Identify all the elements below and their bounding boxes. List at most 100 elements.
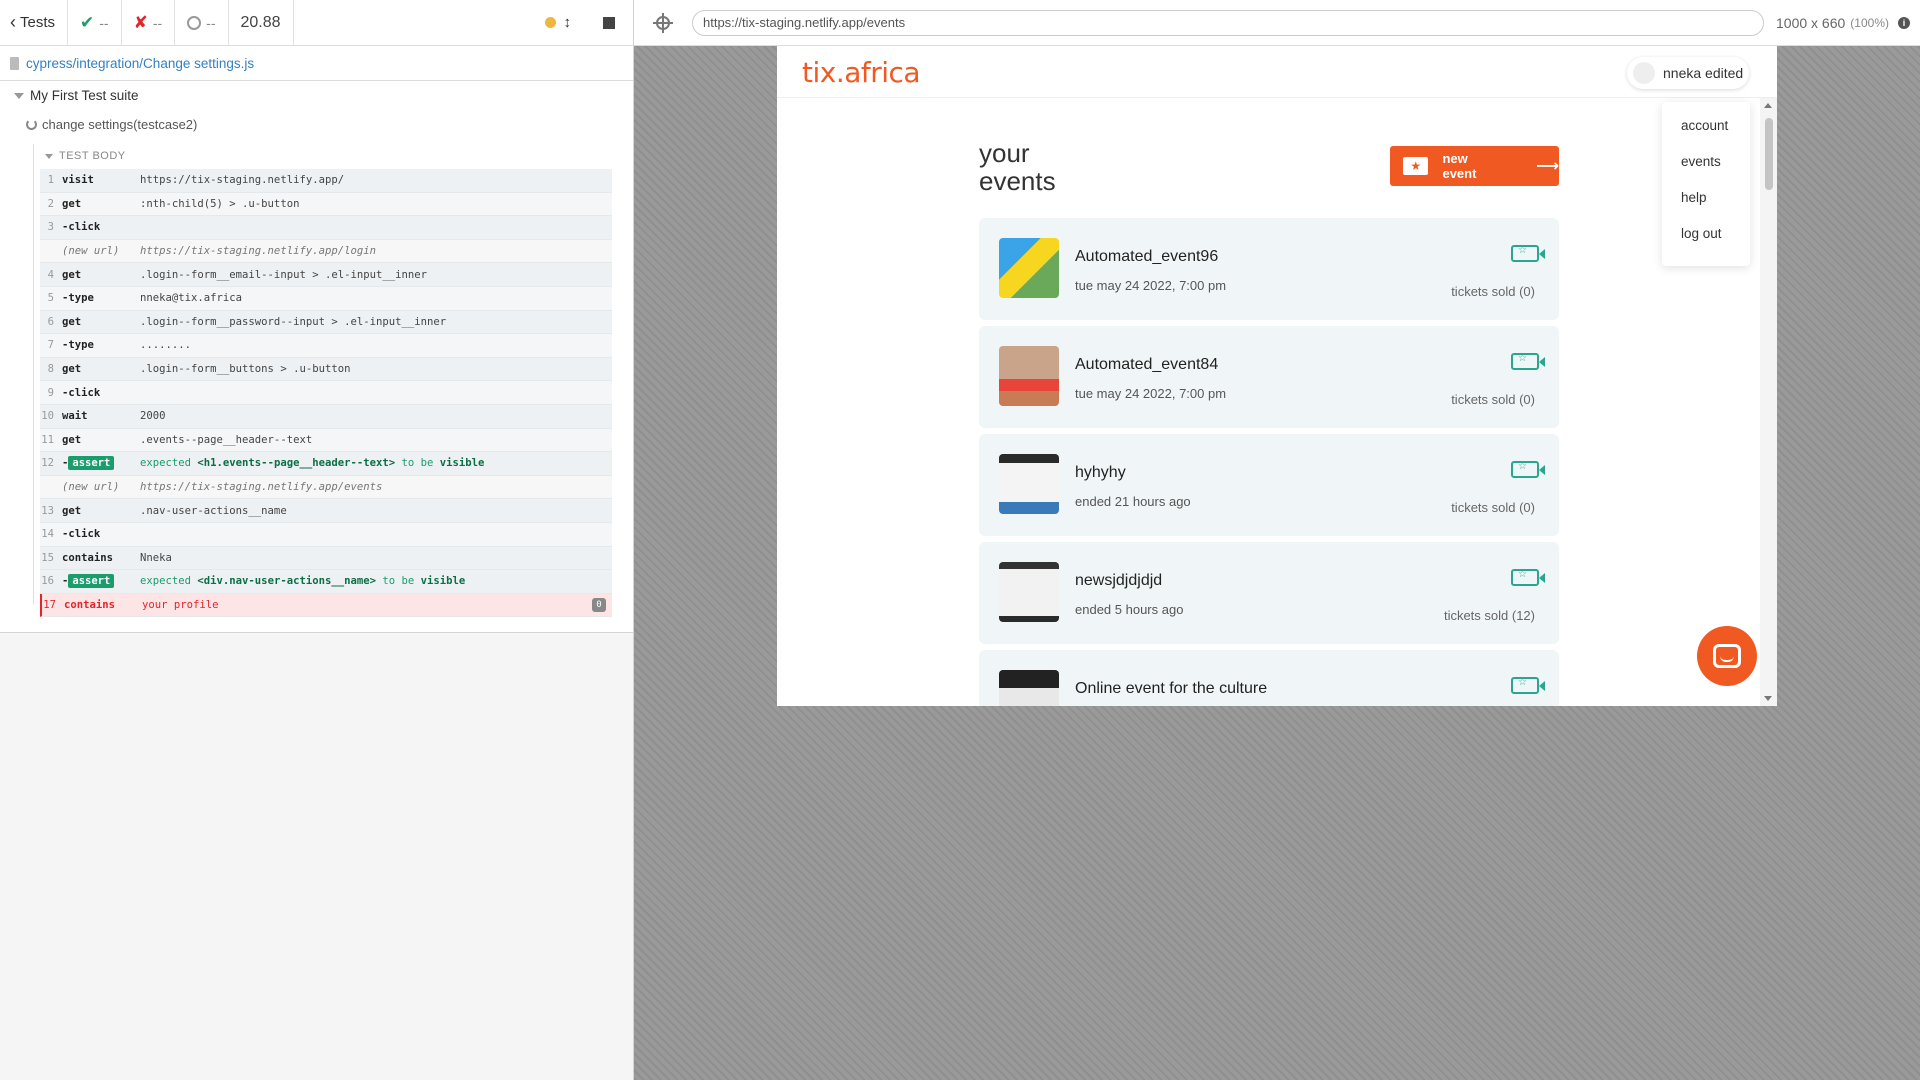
crosshair-icon[interactable]	[653, 12, 673, 33]
user-menu-button[interactable]: nneka edited	[1627, 57, 1749, 89]
command-row[interactable]: 15 contains Nneka	[40, 546, 612, 571]
command-row[interactable]: 2 get:nth-child(5) > .u-button	[40, 192, 612, 217]
assert-el-text: <h1.events--page__header--text>	[197, 457, 396, 470]
command-message: your profile	[142, 598, 219, 611]
tickets-sold: tickets sold (0)	[1451, 284, 1535, 299]
event-date: tue may 24 2022, 7:00 pm	[1075, 278, 1227, 293]
suite-title[interactable]: My First Test suite	[14, 88, 139, 103]
scroll-up-icon[interactable]	[1764, 103, 1772, 108]
event-name: Automated_event96	[1075, 248, 1219, 265]
menu-item-events[interactable]: events	[1662, 143, 1750, 179]
scrollbar[interactable]	[1760, 98, 1777, 706]
command-new-url[interactable]: (new url) https://tix-staging.netlify.app…	[40, 475, 612, 500]
command-number: 12	[41, 457, 54, 470]
command-number: 3	[47, 221, 54, 234]
event-thumbnail	[999, 238, 1059, 298]
event-thumbnail	[999, 562, 1059, 622]
command-message: .events--page__header--text	[140, 433, 313, 446]
command-row[interactable]: 10 wait 2000	[40, 404, 612, 429]
event-card[interactable]: Automated_event84 tue may 24 2022, 7:00 …	[979, 326, 1559, 428]
runnable-header: cypress/integration/Change settings.js	[0, 46, 633, 81]
command-message: expected <div.nav-user-actions__name> to…	[140, 575, 612, 587]
chat-launcher-button[interactable]	[1697, 626, 1757, 686]
command-row[interactable]: 17 contains your profile 0	[40, 593, 612, 618]
command-row[interactable]: 13 get .nav-user-actions__name	[40, 499, 612, 523]
pending-circle-icon	[187, 15, 202, 30]
command-number: 13	[41, 504, 54, 517]
command-row[interactable]: 8 get .login--form__buttons > .u-button	[40, 357, 612, 382]
command-number: 10	[41, 410, 54, 423]
command-row[interactable]: 7 -type........	[40, 334, 612, 358]
tests-back-button[interactable]: ‹ Tests	[0, 0, 69, 45]
menu-item-account[interactable]: account	[1662, 107, 1750, 143]
event-card[interactable]: Automated_event96 tue may 24 2022, 7:00 …	[979, 218, 1559, 320]
stop-icon[interactable]	[603, 16, 615, 29]
tickets-sold: tickets sold (12)	[1443, 608, 1535, 623]
command-row[interactable]: 16 - assert expected <div.nav-user-actions…	[40, 570, 612, 594]
reporter-body: My First Test suite change settings(test…	[0, 81, 633, 633]
ticket-icon: ★	[1403, 157, 1429, 175]
command-number: 1	[47, 174, 54, 187]
command-number: 9	[47, 386, 54, 399]
command-number: 17	[43, 598, 56, 611]
chevron-left-icon: ‹	[10, 12, 16, 32]
failed-count[interactable]: ✘ --	[122, 0, 176, 45]
check-icon: ✔	[80, 12, 95, 32]
url-bar[interactable]: https://tix-staging.netlify.app/events	[692, 9, 1764, 36]
camera-icon: ☆	[1511, 353, 1545, 370]
menu-item-help[interactable]: help	[1662, 179, 1750, 215]
command-row[interactable]: 11 get .events--page__header--text	[40, 428, 612, 453]
command-row[interactable]: 3 -click	[40, 216, 612, 240]
command-number: 15	[41, 551, 54, 564]
command-number: 11	[41, 433, 54, 446]
command-name: (new url)	[62, 481, 120, 494]
info-icon[interactable]: i	[1897, 16, 1910, 29]
pending-count[interactable]: --	[175, 0, 229, 45]
scrollbar-thumb[interactable]	[1765, 118, 1773, 190]
status-dot-icon	[544, 17, 556, 28]
tickets-sold: tickets sold (0)	[1451, 392, 1535, 407]
test-title[interactable]: change settings(testcase2)	[26, 117, 197, 132]
event-card[interactable]: Online event for the culture ☆	[979, 650, 1559, 706]
command-row[interactable]: 1 visit https://tix-staging.netlify.app/	[40, 169, 612, 193]
command-log: 1 visit https://tix-staging.netlify.app/2 g…	[40, 169, 612, 618]
scroll-down-icon[interactable]	[1764, 696, 1772, 701]
event-card[interactable]: hyhyhy ended 21 hours ago ☆ tickets sold…	[979, 434, 1559, 536]
menu-item-log-out[interactable]: log out	[1662, 215, 1750, 251]
new-event-button[interactable]: ★ new event ⟶	[1390, 146, 1559, 186]
command-name: -click	[62, 386, 101, 399]
command-number: 8	[47, 363, 54, 376]
page-title: your events	[979, 138, 1056, 196]
divider	[33, 144, 34, 604]
event-card[interactable]: newsjdjdjdjd ended 5 hours ago ☆ tickets…	[979, 542, 1559, 644]
event-list: Automated_event96 tue may 24 2022, 7:00 …	[979, 218, 1559, 706]
tickets-sold: tickets sold (0)	[1451, 500, 1535, 515]
camera-icon: ☆	[1511, 569, 1545, 586]
reporter-header: ‹ Tests ✔ -- ✘ -- -- 20.88 ↕	[0, 0, 633, 46]
command-row[interactable]: 4 get .login--form__email--input > .el-inp…	[40, 263, 612, 287]
command-message: ........	[140, 339, 192, 352]
command-message: Nneka	[140, 551, 172, 564]
camera-icon: ☆	[1511, 461, 1545, 478]
scroll-arrows-icon[interactable]: ↕	[564, 14, 572, 31]
command-message: .login--form__password--input > .el-inpu…	[140, 315, 447, 328]
spec-path-link[interactable]: cypress/integration/Change settings.js	[26, 56, 254, 71]
command-new-url[interactable]: (new url) https://tix-staging.netlify.app…	[40, 239, 612, 264]
test-body-label[interactable]: TEST BODY	[45, 150, 126, 162]
logo[interactable]: tix.africa	[802, 56, 921, 89]
command-row[interactable]: 9 -click	[40, 381, 612, 405]
passed-count[interactable]: ✔ --	[68, 0, 122, 45]
command-number: 16	[41, 575, 54, 588]
command-row[interactable]: 14 -click	[40, 522, 612, 547]
command-message: :nth-child(5) > .u-button	[140, 197, 300, 210]
assert-el-text: <div.nav-user-actions__name>	[197, 575, 376, 588]
command-row[interactable]: 5 -type nneka@tix.africa	[40, 286, 612, 311]
event-name: newsjdjdjdjd	[1075, 572, 1163, 589]
command-row[interactable]: 12 - assert expected <h1.events--page__hea…	[40, 452, 612, 476]
assert-pre-text: expected	[140, 575, 198, 588]
assert-badge: assert	[68, 456, 115, 471]
chevron-down-icon	[14, 92, 24, 99]
command-row[interactable]: 6 get .login--form__password--input > .el-…	[40, 310, 612, 335]
event-thumbnail	[999, 346, 1059, 406]
assert-badge: assert	[68, 574, 115, 589]
